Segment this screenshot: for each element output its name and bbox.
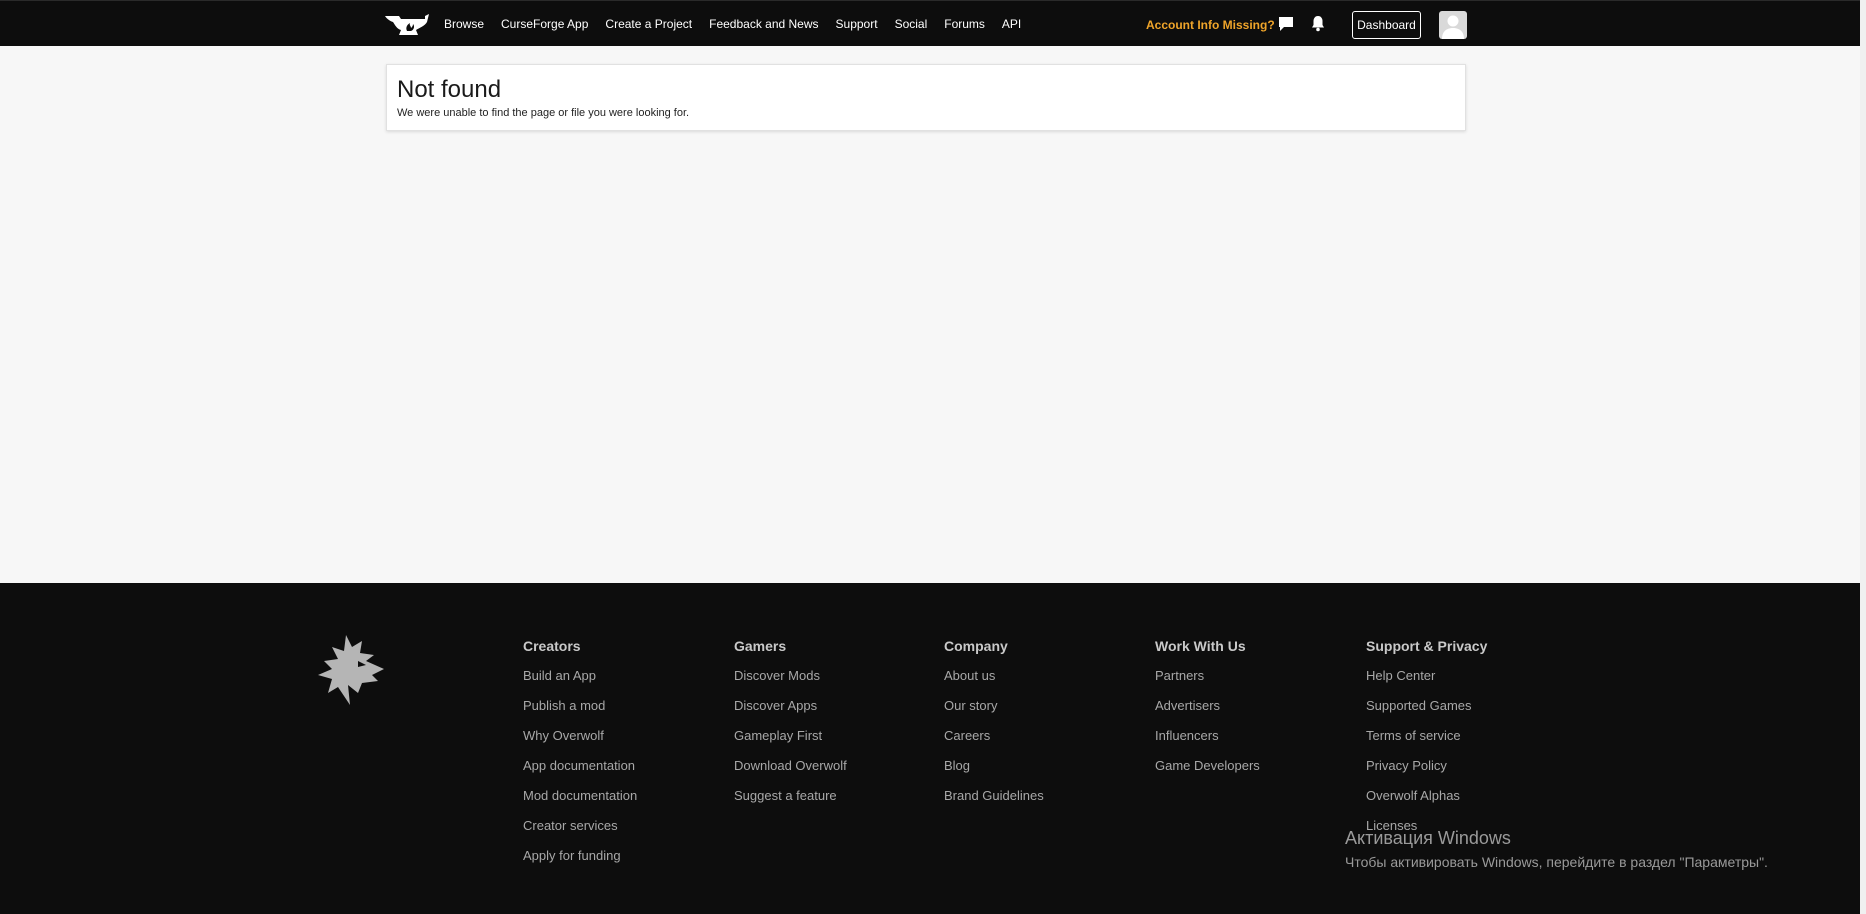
windows-activation-watermark: Активация Windows Чтобы активировать Win… bbox=[1345, 828, 1768, 870]
user-avatar[interactable] bbox=[1439, 11, 1467, 39]
footer-link[interactable]: Terms of service bbox=[1366, 728, 1487, 758]
curseforge-anvil-logo-icon[interactable] bbox=[385, 11, 429, 37]
footer-link[interactable]: Partners bbox=[1155, 668, 1260, 698]
footer-heading: Gamers bbox=[734, 638, 787, 654]
footer-link[interactable]: Download Overwolf bbox=[734, 758, 847, 788]
footer-heading: Support & Privacy bbox=[1366, 638, 1488, 654]
footer-link[interactable]: Mod documentation bbox=[523, 788, 637, 818]
footer-link[interactable]: Advertisers bbox=[1155, 698, 1260, 728]
nav-social[interactable]: Social bbox=[895, 17, 928, 31]
footer-link[interactable]: Influencers bbox=[1155, 728, 1260, 758]
footer-heading: Company bbox=[944, 638, 1008, 654]
top-navbar: Browse CurseForge App Create a Project F… bbox=[0, 0, 1860, 46]
footer-link[interactable]: Suggest a feature bbox=[734, 788, 847, 818]
main-nav: Browse CurseForge App Create a Project F… bbox=[444, 1, 1038, 47]
chat-message-icon[interactable] bbox=[1278, 16, 1294, 32]
nav-forums[interactable]: Forums bbox=[944, 17, 985, 31]
nav-create-project[interactable]: Create a Project bbox=[605, 17, 692, 31]
footer-link[interactable]: Discover Apps bbox=[734, 698, 847, 728]
footer-column-support-privacy: Support & Privacy Help Center Supported … bbox=[1366, 638, 1487, 848]
nav-curseforge-app[interactable]: CurseForge App bbox=[501, 17, 588, 31]
scrollbar[interactable] bbox=[1860, 0, 1866, 914]
footer-column-work-with-us: Work With Us Partners Advertisers Influe… bbox=[1155, 638, 1260, 788]
footer-link[interactable]: Discover Mods bbox=[734, 668, 847, 698]
windows-activation-subtitle: Чтобы активировать Windows, перейдите в … bbox=[1345, 854, 1768, 870]
footer-link[interactable]: Blog bbox=[944, 758, 1044, 788]
footer-link[interactable]: Build an App bbox=[523, 668, 637, 698]
footer-link[interactable]: Careers bbox=[944, 728, 1044, 758]
footer-link[interactable]: Overwolf Alphas bbox=[1366, 788, 1487, 818]
footer-link[interactable]: Help Center bbox=[1366, 668, 1487, 698]
footer-link[interactable]: About us bbox=[944, 668, 1044, 698]
footer-link[interactable]: Privacy Policy bbox=[1366, 758, 1487, 788]
footer-link[interactable]: Game Developers bbox=[1155, 758, 1260, 788]
footer-link[interactable]: Gameplay First bbox=[734, 728, 847, 758]
dashboard-button[interactable]: Dashboard bbox=[1352, 11, 1421, 39]
account-info-missing-link[interactable]: Account Info Missing? bbox=[1146, 18, 1275, 32]
footer-link[interactable]: Brand Guidelines bbox=[944, 788, 1044, 818]
nav-browse[interactable]: Browse bbox=[444, 17, 484, 31]
nav-feedback-news[interactable]: Feedback and News bbox=[709, 17, 818, 31]
footer-column-gamers: Gamers Discover Mods Discover Apps Gamep… bbox=[734, 638, 847, 818]
footer-link[interactable]: Supported Games bbox=[1366, 698, 1487, 728]
overwolf-logo-icon[interactable] bbox=[318, 635, 386, 705]
footer-heading: Work With Us bbox=[1155, 638, 1246, 654]
windows-activation-title: Активация Windows bbox=[1345, 828, 1511, 848]
not-found-message: We were unable to find the page or file … bbox=[397, 107, 690, 119]
footer-column-company: Company About us Our story Careers Blog … bbox=[944, 638, 1044, 818]
footer-link[interactable]: Why Overwolf bbox=[523, 728, 637, 758]
notification-bell-icon[interactable] bbox=[1310, 15, 1326, 32]
footer-link[interactable]: Apply for funding bbox=[523, 848, 637, 878]
page-title: Not found bbox=[397, 76, 502, 103]
footer-link[interactable]: Creator services bbox=[523, 818, 637, 848]
footer-heading: Creators bbox=[523, 638, 581, 654]
user-silhouette-icon bbox=[1442, 15, 1464, 39]
footer-link[interactable]: Publish a mod bbox=[523, 698, 637, 728]
nav-api[interactable]: API bbox=[1002, 17, 1021, 31]
nav-support[interactable]: Support bbox=[836, 17, 878, 31]
not-found-panel: Not found We were unable to find the pag… bbox=[386, 64, 1466, 131]
footer-link[interactable]: App documentation bbox=[523, 758, 637, 788]
footer-column-creators: Creators Build an App Publish a mod Why … bbox=[523, 638, 637, 878]
footer-link[interactable]: Our story bbox=[944, 698, 1044, 728]
